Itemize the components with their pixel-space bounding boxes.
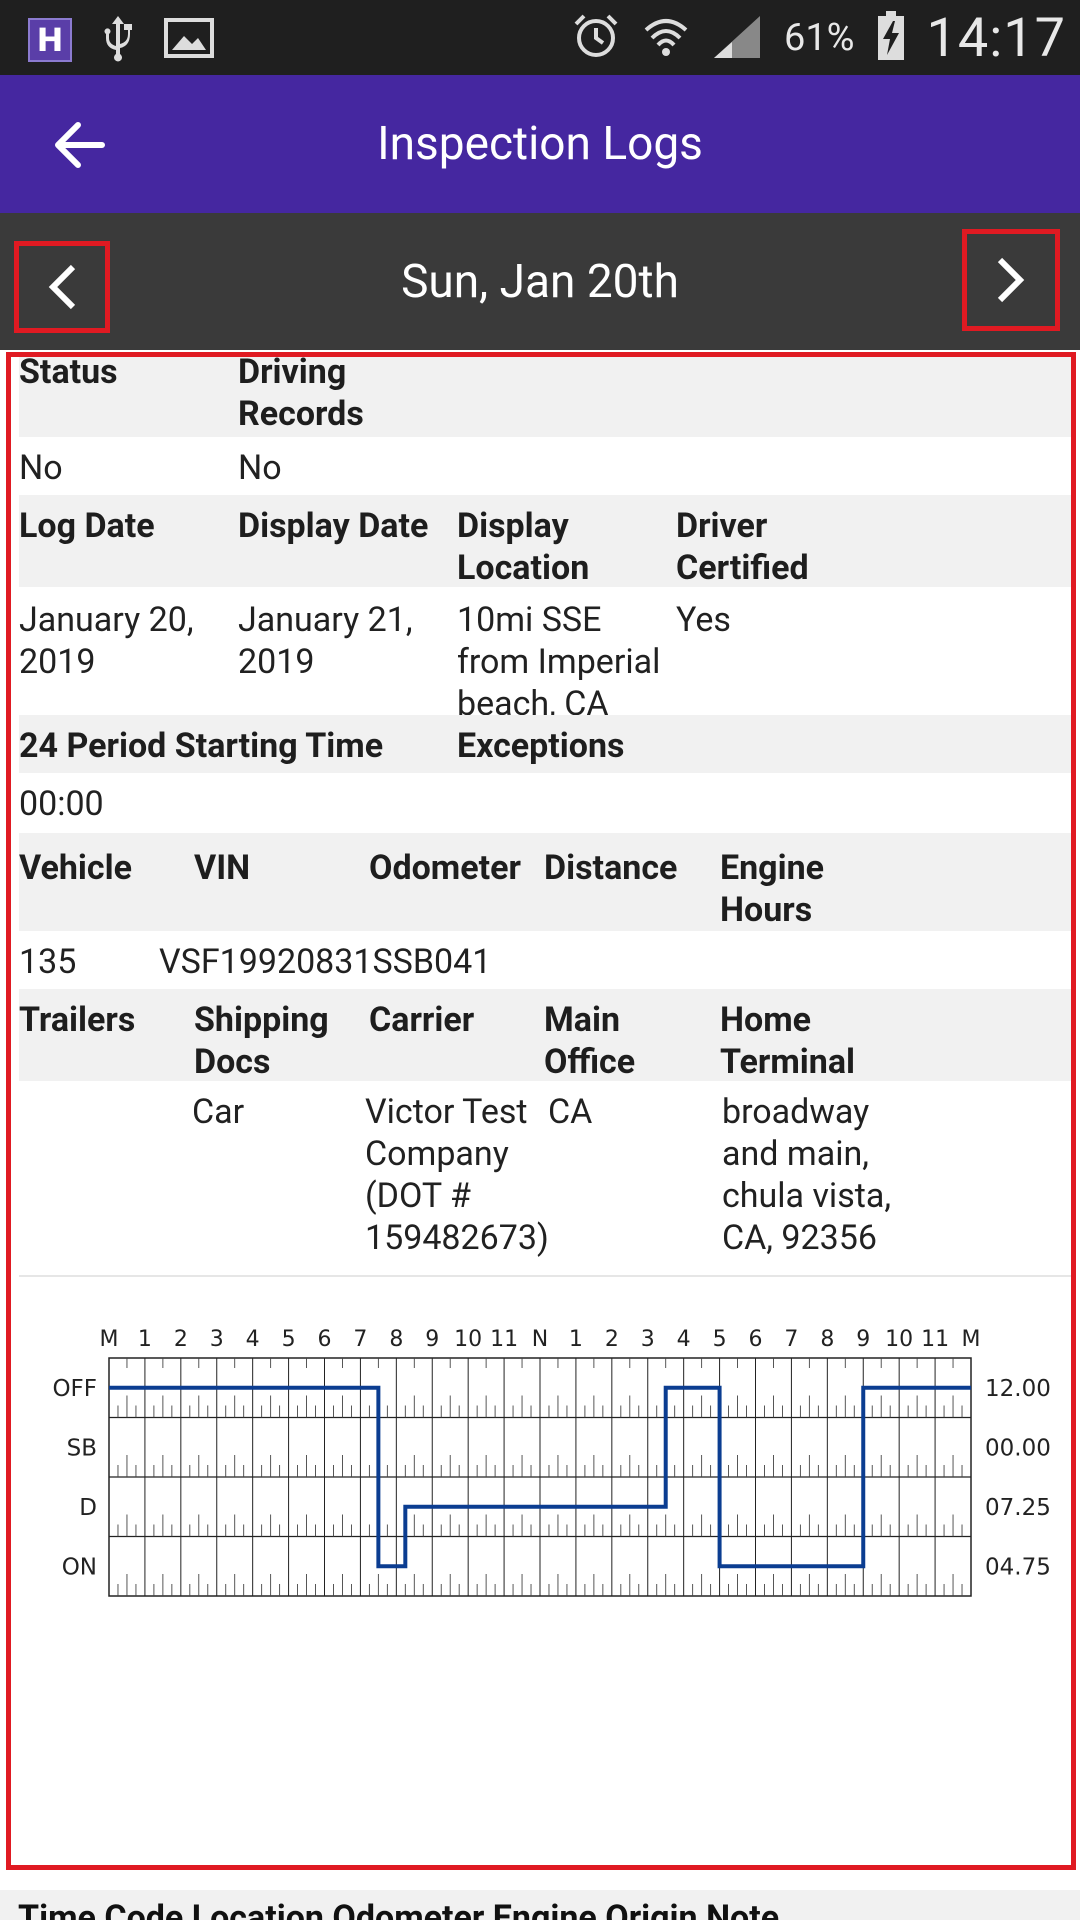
vehicle-header-row: Vehicle VIN Odometer Distance Engine Hou… xyxy=(19,833,1071,931)
hour-label: 3 xyxy=(210,1327,224,1352)
hour-label: 4 xyxy=(246,1327,260,1352)
status-bar: H 61% 14:17 xyxy=(0,0,1080,75)
period-start-value: 00:00 xyxy=(19,784,104,824)
log-date-header: Log Date xyxy=(19,506,155,546)
duty-status-graph: M 1 2 3 4 5 6 7 8 9 10 11 N 1 2 3 4 5 6 7 8 9 10 11 MOFF 12.00SB 0… xyxy=(52,1327,1051,1597)
trailer-header-row: Trailers Shipping Docs Carrier Main Offi… xyxy=(19,989,1071,1082)
odometer-header: Odometer xyxy=(369,848,521,888)
hour-label: 6 xyxy=(318,1327,332,1352)
home-terminal-value: broadway and main, chula vista, CA, 9235… xyxy=(722,1092,892,1258)
status-total: 00.00 xyxy=(985,1435,1051,1461)
status-row-label: ON xyxy=(62,1554,97,1580)
vehicle-header: Vehicle xyxy=(19,848,132,888)
carrier-value: Victor Test Company (DOT # 159482673) xyxy=(365,1092,549,1258)
date-navigation: Sun, Jan 20th xyxy=(0,213,1080,350)
events-header-text: Time Code Location Odometer Engine Origi… xyxy=(18,1898,780,1920)
distance-header: Distance xyxy=(544,848,678,888)
hour-label: 3 xyxy=(641,1327,655,1352)
hour-label: 9 xyxy=(856,1327,870,1352)
wifi-icon xyxy=(642,12,690,64)
status-row-label: OFF xyxy=(52,1376,97,1402)
driving-records-header: Driving Records xyxy=(238,352,364,434)
status-row-label: D xyxy=(79,1495,97,1521)
signal-icon xyxy=(712,12,762,64)
hour-label: M xyxy=(962,1327,981,1352)
usb-icon xyxy=(100,14,136,66)
vehicle-values-row: 135 VSF19920831SSB041 xyxy=(19,931,1071,989)
carrier-header: Carrier xyxy=(369,1000,475,1040)
hour-label: 10 xyxy=(454,1327,482,1352)
hour-label: 2 xyxy=(605,1327,619,1352)
hour-label: 7 xyxy=(353,1327,367,1352)
duty-status-chart: M 1 2 3 4 5 6 7 8 9 10 11 N 1 2 3 4 5 6 7 8 9 10 11 M OFF 12.00 SB 0… xyxy=(11,1292,1071,1632)
hour-label: 10 xyxy=(885,1327,913,1352)
vehicle-value: 135 xyxy=(19,942,77,982)
chevron-right-icon xyxy=(997,257,1025,303)
driving-records-value: No xyxy=(238,448,282,488)
status-values-row: No No xyxy=(19,437,1071,495)
hour-label: 1 xyxy=(138,1327,152,1352)
hour-label: M xyxy=(100,1327,119,1352)
main-office-header: Main Office xyxy=(544,1000,636,1082)
hour-label: 2 xyxy=(174,1327,188,1352)
period-header-row: 24 Period Starting Time Exceptions xyxy=(19,715,1071,773)
current-date: Sun, Jan 20th xyxy=(401,255,679,309)
hour-label: N xyxy=(532,1327,548,1352)
display-date-value: January 21, 2019 xyxy=(238,600,413,682)
vin-value: VSF19920831SSB041 xyxy=(159,942,492,982)
hour-label: 11 xyxy=(921,1327,949,1352)
status-header-row: Status Driving Records xyxy=(19,357,1071,437)
hour-label: 5 xyxy=(282,1327,296,1352)
hour-label: 1 xyxy=(569,1327,583,1352)
clock: 14:17 xyxy=(926,6,1066,70)
driver-certified-value: Yes xyxy=(676,600,731,640)
hour-label: 8 xyxy=(389,1327,403,1352)
app-notification-icon: H xyxy=(28,18,72,62)
alarm-icon xyxy=(572,12,620,64)
battery-charging-icon xyxy=(877,11,905,65)
next-day-button[interactable] xyxy=(962,229,1060,331)
hour-label: 7 xyxy=(784,1327,798,1352)
hour-label: 6 xyxy=(749,1327,763,1352)
main-office-value: CA xyxy=(548,1092,593,1132)
hour-label: 9 xyxy=(425,1327,439,1352)
vin-header: VIN xyxy=(194,848,251,888)
period-start-header: 24 Period Starting Time xyxy=(19,726,384,766)
events-table-header-peek: Time Code Location Odometer Engine Origi… xyxy=(0,1890,1080,1920)
hour-label: 11 xyxy=(490,1327,518,1352)
battery-percent: 61% xyxy=(783,16,855,60)
status-total: 12.00 xyxy=(985,1376,1051,1402)
log-values-row: January 20, 2019 January 21, 2019 10mi S… xyxy=(19,587,1071,724)
status-value: No xyxy=(19,448,63,488)
driver-certified-header: Driver Certified xyxy=(676,506,809,588)
shipping-docs-header: Shipping Docs xyxy=(194,1000,329,1082)
hour-label: 8 xyxy=(820,1327,834,1352)
status-row-label: SB xyxy=(67,1435,97,1461)
period-values-row: 00:00 xyxy=(19,773,1071,833)
exceptions-header: Exceptions xyxy=(457,726,625,766)
shipping-docs-value: Car xyxy=(192,1092,245,1132)
display-location-header: Display Location xyxy=(457,506,590,588)
log-details-panel: Status Driving Records No No Log Date Di… xyxy=(6,352,1076,1870)
status-total: 04.75 xyxy=(985,1554,1051,1580)
trailer-values-row: Car Victor Test Company (DOT # 159482673… xyxy=(19,1081,1071,1275)
log-date-value: January 20, 2019 xyxy=(19,600,194,682)
section-divider xyxy=(19,1275,1071,1277)
page-title: Inspection Logs xyxy=(377,117,703,171)
app-bar: Inspection Logs xyxy=(0,75,1080,213)
hour-label: 5 xyxy=(713,1327,727,1352)
engine-hours-header: Engine Hours xyxy=(720,848,825,930)
display-location-value: 10mi SSE from Imperial beach, CA xyxy=(457,600,661,724)
home-terminal-header: Home Terminal xyxy=(720,1000,856,1082)
image-icon xyxy=(164,18,214,62)
status-total: 07.25 xyxy=(985,1495,1051,1521)
trailers-header: Trailers xyxy=(19,1000,136,1040)
log-header-row: Log Date Display Date Display Location D… xyxy=(19,495,1071,588)
hour-label: 4 xyxy=(677,1327,691,1352)
display-date-header: Display Date xyxy=(238,506,429,546)
status-header: Status xyxy=(19,352,118,392)
